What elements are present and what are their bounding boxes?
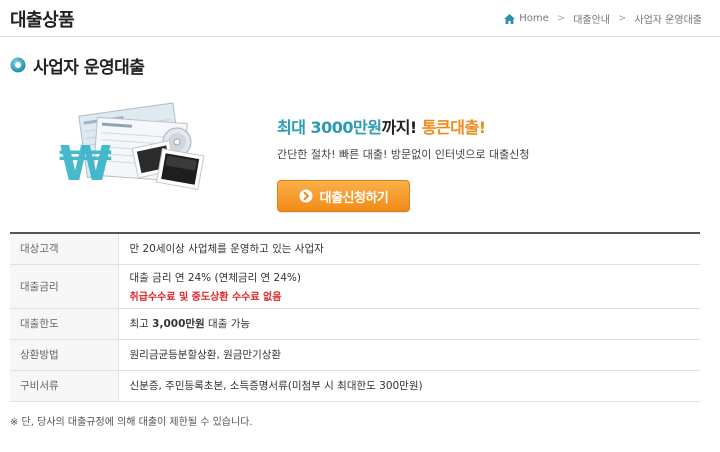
arrow-right-circle-icon [299, 189, 313, 203]
table-row: 대출한도 최고 3,000만원 대출 가능 [10, 308, 700, 340]
breadcrumb-home[interactable]: Home [519, 13, 549, 24]
apply-loan-button-label: 대출신청하기 [319, 190, 389, 206]
limit-value-prefix: 최고 [129, 318, 153, 330]
loan-info-table: 대상고객 만 20세이상 사업체를 운영하고 있는 사업자 대출금리 대출 금리… [10, 232, 700, 402]
section-heading: 사업자 운영대출 [10, 53, 145, 78]
svg-text:₩: ₩ [59, 136, 112, 192]
section-title: 사업자 운영대출 [33, 57, 145, 78]
breadcrumb: Home > 대출안내 > 사업자 운영대출 [504, 11, 702, 26]
breadcrumb-loan-guide[interactable]: 대출안내 [573, 11, 610, 26]
photo-frame-front [155, 148, 205, 190]
table-row: 대출금리 대출 금리 연 24% (연체금리 연 24%) 취급수수료 및 중도… [10, 264, 700, 309]
rate-value: 대출 금리 연 24% (연체금리 연 24%) [129, 271, 302, 284]
table-row: 상환방법 원리금균등분할상환, 원금만기상환 [10, 339, 700, 371]
breadcrumb-separator-icon: > [618, 13, 627, 24]
breadcrumb-separator-icon: > [556, 13, 566, 24]
promo-headline: 최대 3000만원까지! 통큰대출! [277, 114, 486, 138]
limit-value-amount: 3,000만원 [152, 318, 205, 330]
breadcrumb-current: 사업자 운영대출 [634, 15, 702, 26]
row-label-target: 대상고객 [10, 233, 119, 265]
row-label-limit: 대출한도 [10, 308, 119, 340]
footnote: ※ 단, 당사의 대출규정에 의해 대출이 제한될 수 있습니다. [10, 417, 253, 428]
row-label-rate: 대출금리 [10, 264, 119, 309]
rate-fee-note: 취급수수료 및 중도상환 수수료 없음 [129, 291, 282, 303]
promo-headline-amount: 최대 3000만원 [277, 118, 382, 137]
row-label-repayment: 상환방법 [10, 339, 119, 371]
promo-headline-big-loan: 통큰대출! [421, 118, 486, 137]
row-value-limit: 최고 3,000만원 대출 가능 [118, 308, 700, 340]
row-value-rate: 대출 금리 연 24% (연체금리 연 24%) 취급수수료 및 중도상환 수수… [118, 264, 700, 309]
row-value-documents: 신분증, 주민등록초본, 소득증명서류(미첨부 시 최대한도 300만원) [118, 370, 700, 402]
apply-loan-button[interactable]: 대출신청하기 [277, 180, 410, 212]
page-title: 대출상품 [10, 10, 75, 31]
table-row: 구비서류 신분증, 주민등록초본, 소득증명서류(미첨부 시 최대한도 300만… [10, 370, 700, 402]
home-icon[interactable] [504, 13, 516, 24]
won-currency-icon: ₩ [59, 136, 112, 192]
promo-headline-until: 까지! [381, 118, 417, 137]
section-bullet-icon [10, 57, 26, 73]
row-value-repayment: 원리금균등분할상환, 원금만기상환 [118, 339, 700, 371]
page-header: 대출상품 Home > 대출안내 > 사업자 운영대출 [0, 0, 720, 37]
loan-documents-illustration: ₩ [59, 102, 205, 192]
limit-value-suffix: 대출 가능 [204, 318, 251, 330]
row-value-target: 만 20세이상 사업체를 운영하고 있는 사업자 [118, 233, 700, 265]
promo-subtitle: 간단한 절차! 빠른 대출! 방문없이 인터넷으로 대출신청 [277, 148, 530, 161]
row-label-documents: 구비서류 [10, 370, 119, 402]
table-row: 대상고객 만 20세이상 사업체를 운영하고 있는 사업자 [10, 233, 700, 265]
